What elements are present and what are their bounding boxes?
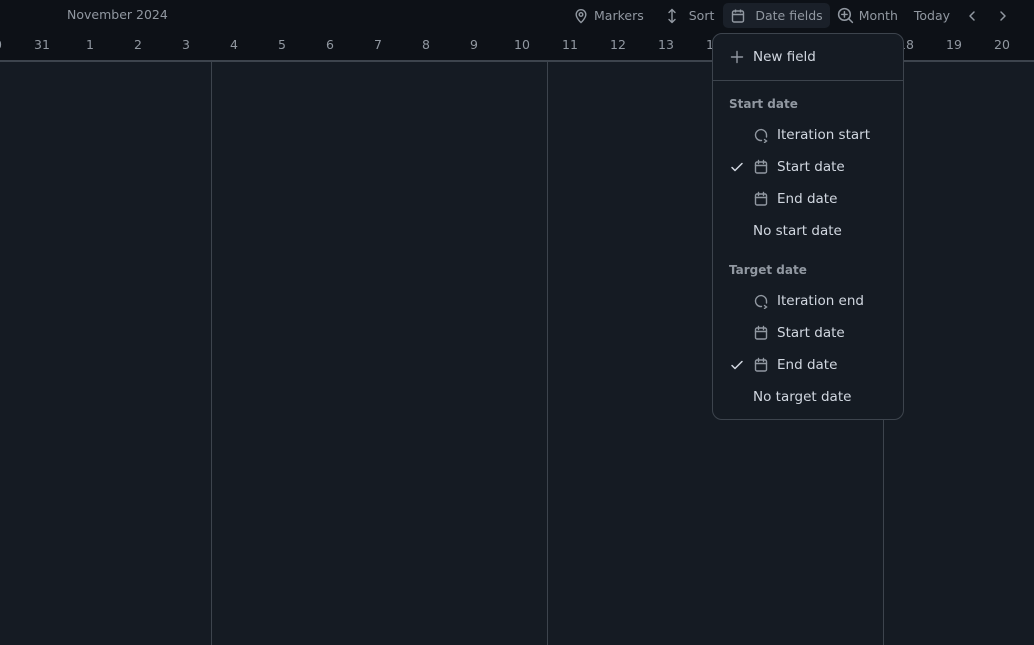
zoom-in-icon	[837, 7, 853, 24]
date-fields-button[interactable]: Date fields	[723, 3, 830, 28]
calendar-icon	[754, 159, 768, 174]
today-button[interactable]: Today	[907, 3, 957, 28]
menu-divider	[713, 80, 903, 81]
location-pin-icon	[575, 8, 587, 23]
day-label: 9	[470, 37, 478, 52]
calendar-icon	[754, 325, 768, 340]
menu-item-iteration-end[interactable]: Iteration end	[713, 286, 903, 316]
markers-label: Markers	[594, 8, 644, 23]
chevron-right-icon	[1000, 10, 1006, 21]
calendar-icon	[732, 9, 745, 23]
menu-item-label: Start date	[777, 159, 845, 175]
next-button[interactable]	[988, 3, 1018, 28]
iteration-icon	[754, 294, 768, 309]
check-icon	[731, 162, 743, 172]
day-label: 30	[0, 37, 18, 52]
week-divider	[547, 62, 548, 645]
menu-item-label: No start date	[753, 223, 842, 239]
menu-item-end-date[interactable]: End date	[713, 350, 903, 380]
date-fields-label: Date fields	[755, 8, 823, 23]
day-label: 3	[182, 37, 190, 52]
day-label: 31	[34, 37, 50, 52]
day-label: 8	[422, 37, 430, 52]
day-label: 5	[278, 37, 286, 52]
check-icon	[731, 360, 743, 370]
zoom-level-label: Month	[858, 8, 898, 23]
target-date-group-label: Target date	[729, 263, 807, 277]
day-label: 19	[946, 37, 962, 52]
menu-item-label: End date	[777, 191, 838, 207]
day-label: 11	[562, 37, 578, 52]
menu-item-no-start-date[interactable]: No start date	[713, 216, 903, 246]
menu-item-iteration-start[interactable]: Iteration start	[713, 120, 903, 150]
calendar-icon	[754, 357, 768, 372]
toolbar: Markers Sort Date fields Month Today	[566, 3, 1018, 28]
iteration-icon	[754, 128, 768, 143]
day-label: 6	[326, 37, 334, 52]
previous-button[interactable]	[957, 3, 987, 28]
menu-item-end-date[interactable]: End date	[713, 184, 903, 214]
calendar-icon	[754, 191, 768, 206]
markers-button[interactable]: Markers	[566, 3, 651, 28]
day-label: 7	[374, 37, 382, 52]
menu-item-label: Iteration start	[777, 127, 870, 143]
day-label: 10	[514, 37, 530, 52]
new-field-item[interactable]: New field	[713, 42, 903, 72]
plus-icon	[730, 50, 744, 64]
day-label: 2	[134, 37, 142, 52]
day-label: 12	[610, 37, 626, 52]
day-label: 13	[658, 37, 674, 52]
day-label: 4	[230, 37, 238, 52]
start-date-group-label: Start date	[729, 97, 798, 111]
zoom-level-button[interactable]: Month	[830, 3, 905, 28]
date-fields-menu: New field Start date Iteration start Star…	[712, 33, 904, 420]
menu-item-label: Start date	[777, 325, 845, 341]
menu-item-label: End date	[777, 357, 838, 373]
today-label: Today	[913, 8, 951, 23]
menu-item-label: Iteration end	[777, 293, 864, 309]
new-field-label: New field	[753, 49, 816, 65]
month-label: November 2024	[67, 7, 168, 22]
week-divider	[211, 62, 212, 645]
menu-item-no-target-date[interactable]: No target date	[713, 382, 903, 412]
menu-item-start-date[interactable]: Start date	[713, 318, 903, 348]
day-label: 1	[86, 37, 94, 52]
chevron-left-icon	[969, 10, 975, 21]
sort-button[interactable]: Sort	[657, 3, 722, 28]
menu-item-start-date[interactable]: Start date	[713, 152, 903, 182]
day-label: 20	[994, 37, 1010, 52]
sort-arrows-icon	[668, 8, 676, 23]
menu-item-label: No target date	[753, 389, 852, 405]
sort-label: Sort	[688, 8, 715, 23]
